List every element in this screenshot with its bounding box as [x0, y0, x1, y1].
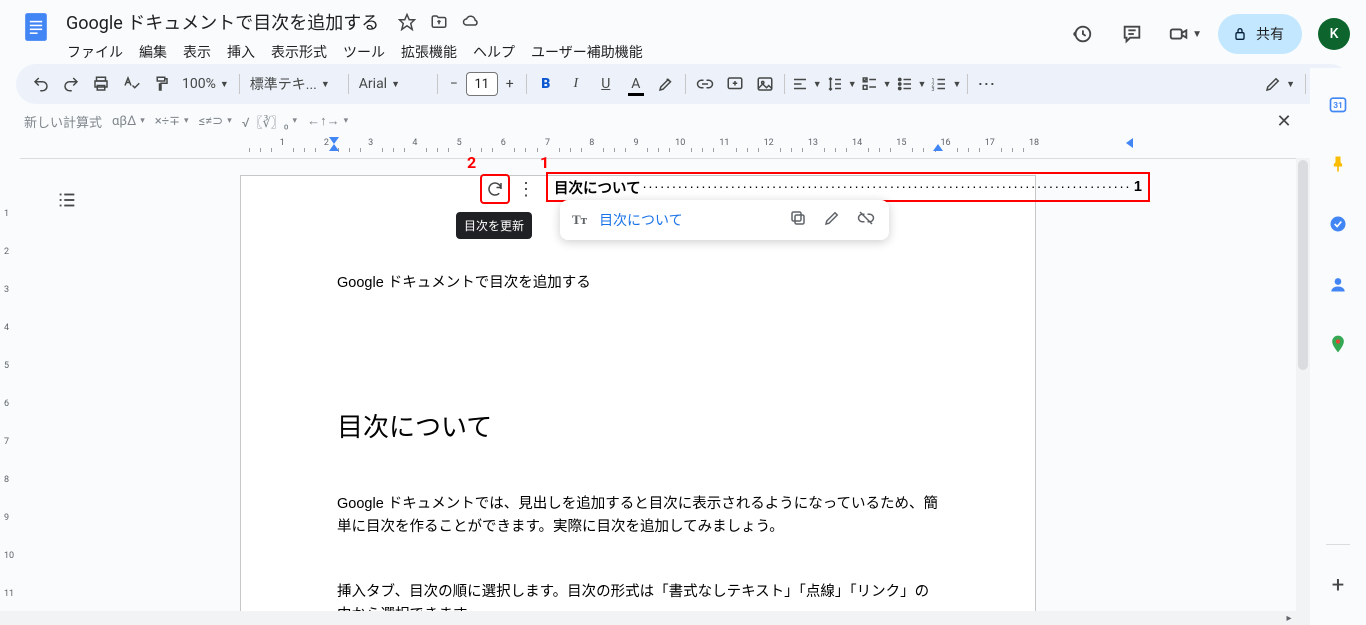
- side-panel: 31 +: [1310, 68, 1366, 625]
- share-label: 共有: [1256, 24, 1284, 44]
- show-outline-button[interactable]: [50, 183, 84, 217]
- toolbar: 100%▼ 標準テキ...▼ Arial▼ − 11 + B I U A ▼ ▼…: [16, 64, 1350, 104]
- move-icon[interactable]: [429, 12, 449, 32]
- bulleted-list-dropdown[interactable]: ▼: [894, 69, 929, 99]
- horizontal-scrollbar[interactable]: ▸: [0, 611, 1310, 625]
- checklist-dropdown[interactable]: ▼: [859, 69, 894, 99]
- menu-tools[interactable]: ツール: [336, 38, 392, 66]
- font-size-input[interactable]: 11: [466, 72, 498, 96]
- italic-button[interactable]: I: [561, 69, 591, 99]
- spellcheck-button[interactable]: [116, 69, 146, 99]
- copy-link-icon[interactable]: [787, 209, 809, 231]
- text-color-button[interactable]: A: [621, 69, 651, 99]
- undo-button[interactable]: [26, 69, 56, 99]
- comments-icon[interactable]: [1112, 14, 1152, 54]
- menu-edit[interactable]: 編集: [132, 38, 174, 66]
- svg-text:3: 3: [932, 87, 935, 93]
- menu-accessibility[interactable]: ユーザー補助機能: [524, 38, 650, 66]
- toc-entry-title: 目次について: [554, 177, 641, 198]
- horizontal-ruler[interactable]: 123456789101112131415161718: [238, 138, 1034, 152]
- right-indent-marker[interactable]: [1126, 138, 1133, 148]
- underline-button[interactable]: U: [591, 69, 621, 99]
- paragraph-style-dropdown[interactable]: 標準テキ...▼: [244, 69, 344, 99]
- get-addons-button[interactable]: +: [1318, 565, 1358, 605]
- toc-options-button[interactable]: ⋮: [516, 174, 536, 204]
- toc-entry-row[interactable]: 目次について .................................…: [546, 172, 1150, 202]
- zoom-dropdown[interactable]: 100%▼: [176, 69, 235, 99]
- calendar-icon[interactable]: 31: [1318, 84, 1358, 124]
- bold-button[interactable]: B: [531, 69, 561, 99]
- text-style-icon: Tᴛ: [572, 212, 587, 228]
- redo-button[interactable]: [56, 69, 86, 99]
- add-comment-button[interactable]: [720, 69, 750, 99]
- more-tools-button[interactable]: ⋯: [972, 69, 1002, 99]
- star-icon[interactable]: [397, 12, 417, 32]
- contacts-icon[interactable]: [1318, 264, 1358, 304]
- maps-icon[interactable]: [1318, 324, 1358, 364]
- line-spacing-dropdown[interactable]: ▼: [824, 69, 859, 99]
- share-button[interactable]: 共有: [1218, 14, 1302, 54]
- document-page[interactable]: Google ドキュメントで目次を追加する 目次について Google ドキュメ…: [240, 175, 1036, 625]
- close-equation-bar-button[interactable]: ✕: [1270, 107, 1298, 135]
- link-popover: Tᴛ 目次について: [560, 200, 889, 240]
- highlight-color-button[interactable]: [651, 69, 681, 99]
- svg-text:31: 31: [1333, 101, 1343, 111]
- vertical-ruler[interactable]: 123456789101112: [0, 158, 20, 625]
- print-button[interactable]: [86, 69, 116, 99]
- edit-link-icon[interactable]: [821, 209, 843, 231]
- history-icon[interactable]: [1062, 14, 1102, 54]
- operators-dropdown[interactable]: ×÷∓▾: [155, 114, 189, 129]
- cloud-status-icon[interactable]: [461, 12, 481, 32]
- paint-format-button[interactable]: [146, 69, 176, 99]
- link-target[interactable]: 目次について: [599, 210, 683, 230]
- relations-dropdown[interactable]: ≤≠⊃▾: [199, 114, 232, 129]
- paragraph[interactable]: Google ドキュメントで目次を追加する: [337, 272, 939, 295]
- menu-help[interactable]: ヘルプ: [466, 38, 522, 66]
- menu-insert[interactable]: 挿入: [220, 38, 262, 66]
- decrease-font-button[interactable]: −: [442, 69, 466, 99]
- editing-mode-dropdown[interactable]: ▼: [1258, 69, 1301, 99]
- tooltip: 目次を更新: [456, 212, 532, 239]
- align-dropdown[interactable]: ▼: [789, 69, 824, 99]
- menu-file[interactable]: ファイル: [60, 38, 130, 66]
- menu-view[interactable]: 表示: [176, 38, 218, 66]
- annotation-label-1: 1: [540, 153, 549, 172]
- docs-logo[interactable]: [16, 8, 56, 62]
- arrows-dropdown[interactable]: ←↑→▾: [307, 113, 348, 129]
- keep-icon[interactable]: [1318, 144, 1358, 184]
- toc-leader-dots: ........................................…: [643, 180, 1132, 194]
- tasks-icon[interactable]: [1318, 204, 1358, 244]
- greek-letters-dropdown[interactable]: αβΔ▾: [112, 114, 145, 129]
- numbered-list-dropdown[interactable]: 123▼: [928, 69, 963, 99]
- heading-1[interactable]: 目次について: [337, 407, 939, 449]
- menu-format[interactable]: 表示形式: [264, 38, 334, 66]
- annotation-label-2: 2: [467, 153, 476, 172]
- equation-placeholder: 新しい計算式: [24, 112, 102, 131]
- remove-link-icon[interactable]: [855, 209, 877, 231]
- insert-link-button[interactable]: [690, 69, 720, 99]
- math-ops-dropdown[interactable]: √〖∛〗₀▾: [242, 112, 297, 131]
- equation-toolbar: 新しい計算式 αβΔ▾ ×÷∓▾ ≤≠⊃▾ √〖∛〗₀▾ ←↑→▾ ✕: [0, 104, 1366, 134]
- font-family-dropdown[interactable]: Arial▼: [353, 69, 433, 99]
- menu-extensions[interactable]: 拡張機能: [394, 38, 464, 66]
- vertical-scrollbar[interactable]: [1296, 158, 1310, 611]
- refresh-toc-button[interactable]: [480, 174, 510, 204]
- increase-font-button[interactable]: +: [498, 69, 522, 99]
- paragraph[interactable]: Google ドキュメントでは、見出しを追加すると目次に表示されるようになってい…: [337, 493, 939, 539]
- doc-title[interactable]: Google ドキュメントで目次を追加する: [60, 7, 385, 37]
- menu-bar: ファイル 編集 表示 挿入 表示形式 ツール 拡張機能 ヘルプ ユーザー補助機能: [60, 38, 1062, 66]
- insert-image-button[interactable]: [750, 69, 780, 99]
- account-avatar[interactable]: K: [1318, 18, 1350, 50]
- meet-button[interactable]: ▼: [1162, 14, 1208, 54]
- toc-entry-page: 1: [1134, 179, 1142, 195]
